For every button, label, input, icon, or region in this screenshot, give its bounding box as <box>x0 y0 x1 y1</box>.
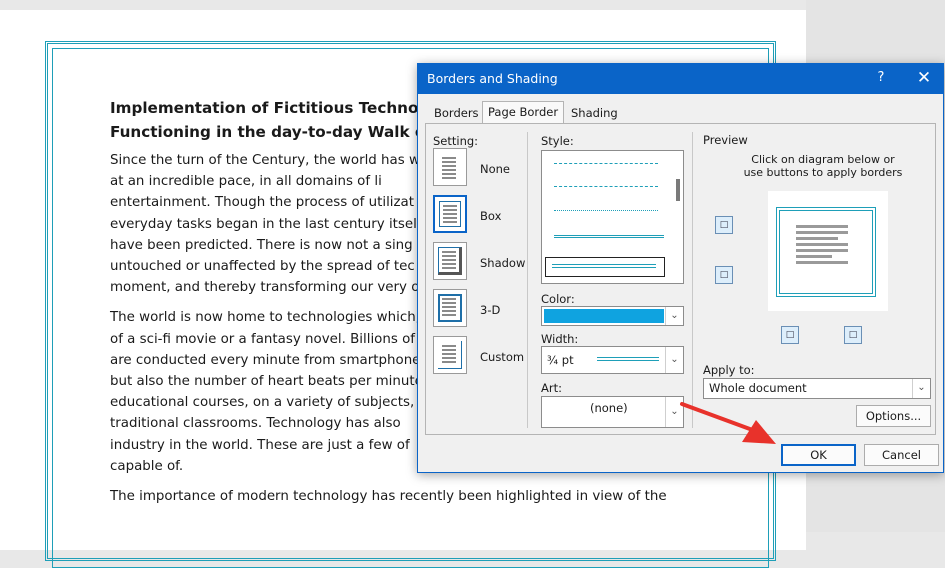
color-label: Color: <box>541 292 575 306</box>
document-paragraph-3: The importance of modern technology has … <box>110 489 667 505</box>
page-lines-icon <box>442 251 456 271</box>
style-label: Style: <box>541 134 574 148</box>
width-label: Width: <box>541 332 579 346</box>
preview-text-lines <box>796 225 848 267</box>
tab-borders[interactable]: Borders <box>429 103 484 123</box>
width-line-preview <box>597 357 659 361</box>
style-option-selected[interactable] <box>545 257 665 277</box>
color-dropdown[interactable]: ⌄ <box>541 306 684 326</box>
style-list[interactable] <box>541 150 684 284</box>
style-option-dash-dot-dot[interactable] <box>554 210 658 211</box>
color-swatch <box>544 309 664 323</box>
art-label: Art: <box>541 381 562 395</box>
cancel-button[interactable]: Cancel <box>864 444 939 466</box>
close-button[interactable]: ✕ <box>912 68 936 88</box>
setting-box-label[interactable]: Box <box>480 209 501 223</box>
preview-hint: Click on diagram below or use buttons to… <box>743 153 903 179</box>
setting-3d-icon[interactable] <box>433 289 467 327</box>
help-button[interactable]: ? <box>871 68 891 88</box>
right-border-button-icon[interactable]: □ <box>844 326 862 344</box>
width-dropdown[interactable]: ¾ pt ⌄ <box>541 346 684 374</box>
dialog-title: Borders and Shading <box>427 71 558 86</box>
chevron-down-icon[interactable]: ⌄ <box>665 347 683 373</box>
options-button[interactable]: Options... <box>856 405 931 427</box>
setting-shadow-icon[interactable] <box>433 242 467 280</box>
left-border-button-icon[interactable]: □ <box>781 326 799 344</box>
borders-and-shading-dialog: Borders and Shading ? ✕ Borders Page Bor… <box>417 63 944 473</box>
preview-page-border <box>776 207 876 297</box>
page-lines-icon <box>442 298 456 318</box>
setting-label: Setting: <box>433 134 479 148</box>
apply-to-value: Whole document <box>709 381 807 395</box>
tab-page-border[interactable]: Page Border <box>482 101 565 125</box>
art-value: (none) <box>590 401 628 415</box>
ok-button[interactable]: OK <box>781 444 856 466</box>
page-lines-icon <box>442 345 456 365</box>
style-option-dashed[interactable] <box>554 163 658 164</box>
style-scrollbar-thumb[interactable] <box>676 179 680 201</box>
apply-to-dropdown[interactable]: Whole document ⌄ <box>703 378 931 399</box>
setting-box-icon[interactable] <box>433 195 467 233</box>
tab-shading[interactable]: Shading <box>566 103 623 123</box>
preview-label: Preview <box>703 133 748 147</box>
page-lines-icon <box>442 157 456 181</box>
art-dropdown[interactable]: (none) ⌄ <box>541 396 684 428</box>
apply-to-label: Apply to: <box>703 363 755 377</box>
setting-shadow-label[interactable]: Shadow <box>480 256 525 270</box>
style-option-dash-dot[interactable] <box>554 186 658 187</box>
column-divider <box>527 132 528 428</box>
setting-custom-label[interactable]: Custom <box>480 350 524 364</box>
setting-none-icon[interactable] <box>433 148 467 186</box>
width-value: ¾ pt <box>547 353 574 367</box>
setting-custom-icon[interactable] <box>433 336 467 374</box>
setting-none-label[interactable]: None <box>480 162 510 176</box>
style-option-double[interactable] <box>554 235 664 238</box>
preview-diagram[interactable] <box>768 191 888 311</box>
column-divider <box>692 132 693 428</box>
chevron-down-icon[interactable]: ⌄ <box>665 307 683 325</box>
dialog-titlebar[interactable]: Borders and Shading ? ✕ <box>418 64 943 94</box>
page-lines-icon <box>443 205 457 225</box>
top-border-button-icon[interactable]: □ <box>715 216 733 234</box>
chevron-down-icon[interactable]: ⌄ <box>665 397 683 427</box>
setting-3d-label[interactable]: 3-D <box>480 303 500 317</box>
chevron-down-icon[interactable]: ⌄ <box>912 379 930 398</box>
bottom-border-button-icon[interactable]: □ <box>715 266 733 284</box>
